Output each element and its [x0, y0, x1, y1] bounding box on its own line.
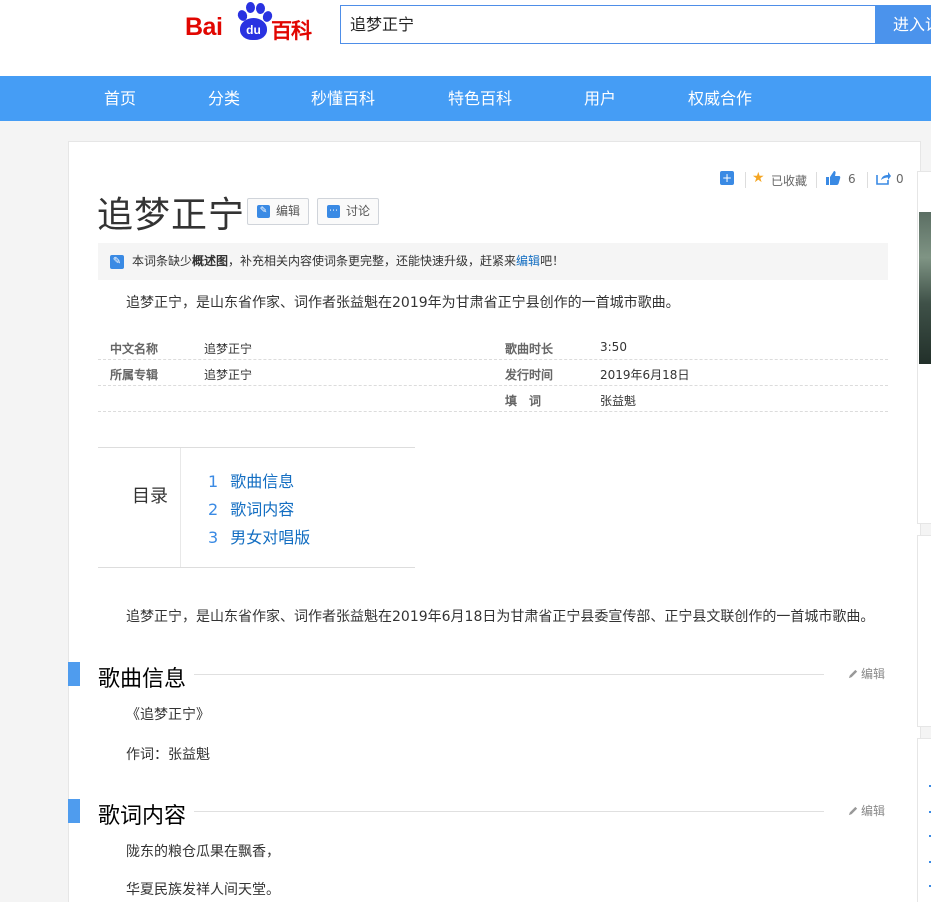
nav-user[interactable]: 用户: [584, 76, 616, 121]
info-name: 中文名称: [110, 342, 159, 356]
section-title-song-info: 歌曲信息: [98, 667, 187, 692]
missing-image-notice: ✎ 本词条缺少概述图，补充相关内容使词条更完整，还能快速升级，赶紧来编辑吧！: [98, 243, 888, 280]
lyric-line: 陇东的粮仓瓜果在飘香，: [126, 844, 280, 860]
info-value: 3:50: [600, 340, 627, 354]
info-value: 张益魁: [600, 394, 637, 408]
nav-cooperation[interactable]: 权威合作: [688, 76, 752, 121]
tool-divider: [867, 172, 868, 188]
table-of-contents: 目录 1 歌曲信息 2 歌词内容 3 男女对唱版: [98, 447, 415, 568]
tool-divider: [816, 172, 817, 188]
info-row: 中文名称 追梦正宁 歌曲时长 3:50: [98, 334, 888, 360]
intro-text: 追梦正宁，是山东省作家、词作者张益魁在2019年6月18日为甘肃省正宁县委宣传部…: [126, 609, 875, 625]
discuss-button-label: 讨论: [346, 204, 371, 218]
notice-text: 本词条缺少概述图，补充相关内容使词条更完整，还能快速升级，赶紧来编辑吧！: [132, 254, 565, 268]
edit-button[interactable]: ✎ 编辑: [247, 198, 309, 225]
info-value: 追梦正宁: [204, 342, 253, 356]
share-icon[interactable]: [875, 170, 891, 186]
info-row: 所属专辑 追梦正宁 发行时间 2019年6月18日: [98, 360, 888, 386]
toc-item[interactable]: 1 歌曲信息: [208, 468, 294, 492]
toc-item[interactable]: 3 男女对唱版: [208, 524, 310, 548]
add-icon[interactable]: +: [720, 171, 734, 185]
toc-item[interactable]: 2 歌词内容: [208, 496, 294, 520]
side-album-panel: [917, 171, 931, 524]
like-icon[interactable]: [825, 170, 841, 186]
summary-text: 追梦正宁，是山东省作家、词作者张益魁在2019年为甘肃省正宁县创作的一首城市歌曲…: [126, 295, 680, 311]
collect-label[interactable]: 已收藏: [771, 172, 807, 189]
info-value: 2019年6月18日: [600, 368, 690, 382]
paw-icon: du: [235, 2, 274, 42]
logo-text-baike: 百科: [271, 19, 312, 43]
toc-header: 目录: [98, 448, 181, 567]
section-edit-button[interactable]: 编辑: [848, 665, 885, 682]
section-edit-button[interactable]: 编辑: [848, 802, 885, 819]
notice-edit-link[interactable]: 编辑: [516, 254, 540, 268]
section-divider: [194, 811, 824, 812]
chat-icon: ⋯: [327, 205, 340, 218]
section-marker: [68, 799, 80, 823]
top-header: Bai du 百科 追梦正宁 进入词条: [0, 0, 931, 76]
info-name: 所属专辑: [110, 368, 159, 382]
info-name: 填 词: [505, 394, 542, 408]
section-line: 《追梦正宁》: [126, 707, 210, 723]
pencil-icon: [848, 806, 858, 816]
logo-text-bai: Bai: [185, 13, 223, 41]
main-nav: 首页 分类 秒懂百科 特色百科 用户 权威合作: [0, 76, 931, 121]
edit-button-label: 编辑: [276, 204, 301, 218]
baidu-baike-logo[interactable]: Bai du 百科: [185, 2, 325, 43]
info-value: 追梦正宁: [204, 368, 253, 382]
nav-featured-baike[interactable]: 特色百科: [448, 76, 512, 121]
section-divider: [194, 674, 824, 675]
discuss-button[interactable]: ⋯ 讨论: [317, 198, 379, 225]
side-panel: [917, 535, 931, 727]
toc-label: 目录: [132, 486, 168, 507]
like-count: 6: [848, 172, 856, 186]
section-marker: [68, 662, 80, 686]
enter-entry-button[interactable]: 进入词条: [875, 5, 931, 44]
section-line: 作词：张益魁: [126, 747, 210, 763]
info-name: 歌曲时长: [505, 342, 554, 356]
tool-divider: [745, 172, 746, 188]
page-title: 追梦正宁: [97, 195, 246, 236]
info-name: 发行时间: [505, 368, 554, 382]
nav-video-baike[interactable]: 秒懂百科: [311, 76, 375, 121]
lyric-line: 华夏民族发祥人间天堂。: [126, 882, 280, 898]
logo-text-du: du: [240, 18, 267, 40]
share-count: 0: [896, 172, 904, 186]
pencil-icon: [848, 669, 858, 679]
pencil-icon: ✎: [110, 255, 124, 269]
nav-home[interactable]: 首页: [104, 76, 136, 121]
side-list-panel: [917, 738, 931, 902]
search-input[interactable]: 追梦正宁: [340, 5, 876, 44]
info-row: 填 词 张益魁: [98, 386, 888, 412]
section-title-lyrics: 歌词内容: [98, 804, 187, 829]
nav-category[interactable]: 分类: [208, 76, 240, 121]
pencil-icon: ✎: [257, 205, 270, 218]
album-image[interactable]: [919, 212, 931, 364]
star-icon[interactable]: ★: [752, 170, 765, 186]
